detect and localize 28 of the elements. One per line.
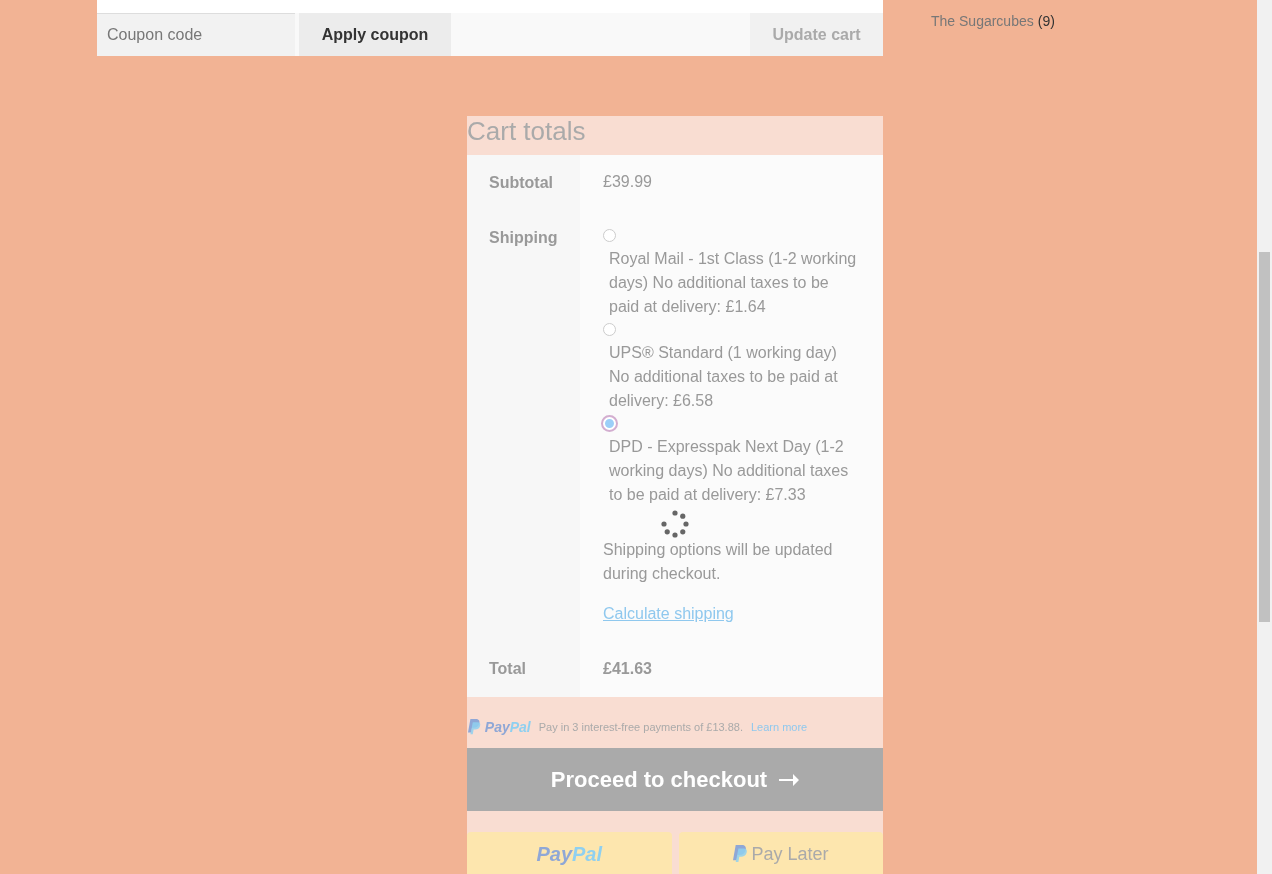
calculate-shipping-link[interactable]: Calculate shipping — [603, 602, 734, 626]
paypal-button[interactable]: PayPal — [467, 832, 672, 874]
checkout-button[interactable]: Proceed to checkout — [467, 748, 883, 811]
subtotal-value: £39.99 — [580, 155, 883, 210]
learn-more-link[interactable]: Learn more — [750, 721, 808, 733]
item-count: (9) — [1037, 13, 1055, 29]
installments-text: Pay in 3 interest-free payments of £13.88. — [538, 721, 743, 733]
total-value: £41.63 — [580, 641, 883, 697]
coupon-field[interactable]: Coupon code — [97, 13, 295, 56]
paypal-logo: PayPal — [484, 719, 531, 735]
radio-button[interactable] — [603, 229, 616, 242]
paypal-icon — [468, 719, 481, 735]
shipping-option-label[interactable]: UPS® Standard (1 working day) No additional taxes to be paid at delivery: £6.58 — [603, 341, 861, 413]
shipping-option-label[interactable]: Royal Mail - 1st Class (1-2 working days) No additional taxes to be paid at delivery: £1.64 — [603, 247, 861, 319]
row-label: Subtotal — [467, 155, 580, 210]
shipping-note: Shipping options will be updated during checkout. — [603, 540, 834, 584]
scrollbar-thumb[interactable] — [1259, 252, 1270, 622]
pay-later-button[interactable]: Pay Later — [678, 832, 883, 874]
paypal-icon — [733, 845, 748, 863]
arrow-right-icon — [779, 772, 800, 787]
row-label: Total — [467, 641, 580, 697]
radio-button[interactable] — [603, 323, 616, 336]
section-title: Cart totals — [467, 116, 587, 148]
category-link[interactable]: The Sugarcubes — [931, 13, 1034, 29]
apply-coupon-button[interactable]: Apply coupon — [299, 13, 451, 56]
row-label: Shipping — [467, 210, 580, 641]
shipping-option-label[interactable]: DPD - Expresspak Next Day (1-2 working days) No additional taxes to be paid at delivery: £7.33 — [603, 435, 861, 507]
update-cart-button[interactable]: Update cart — [750, 13, 883, 56]
